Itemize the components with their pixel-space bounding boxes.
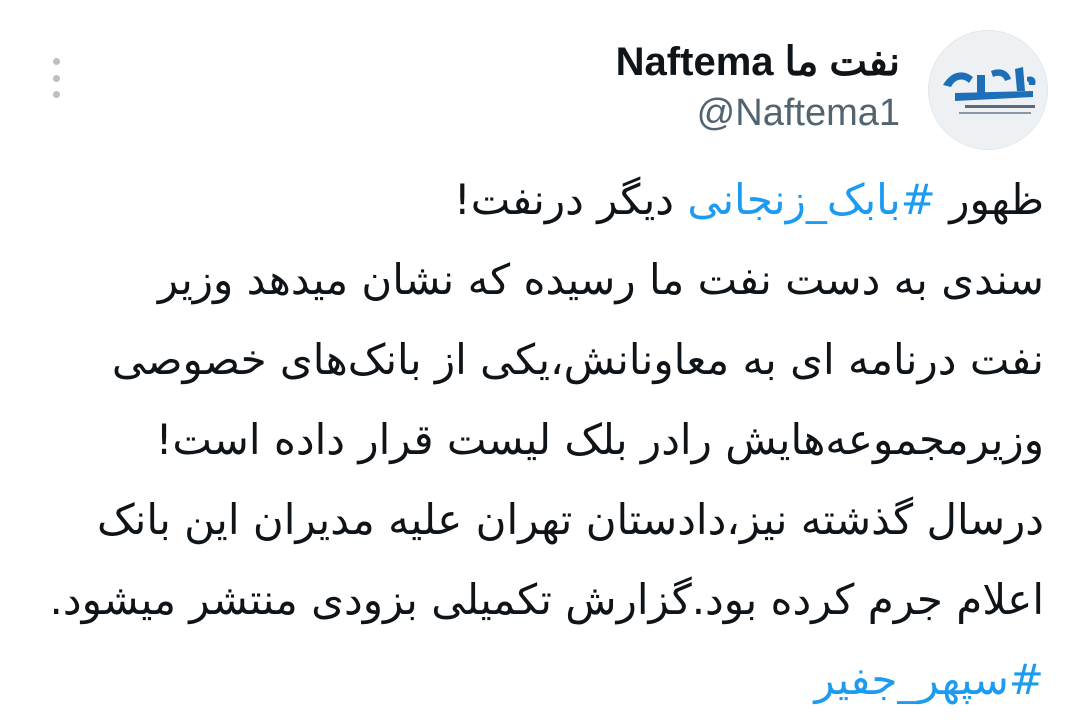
hashtag-link[interactable]: #سپهر_جفیر xyxy=(814,655,1044,704)
tweet-line-7: #سپهر_جفیر xyxy=(34,640,1044,720)
hashtag-link[interactable]: #بابک_زنجانی xyxy=(687,175,936,224)
tweet-line-2: سندی به دست نفت ما رسیده که نشان میدهد و… xyxy=(157,255,1044,304)
more-options-icon[interactable] xyxy=(40,56,72,100)
tweet-card[interactable]: نفت ما Naftema @Naftema1 ظهور #بابک_زنجا… xyxy=(0,0,1080,704)
tweet-line-4: وزیرمجموعه‌هایش رادر بلک لیست قرار داده … xyxy=(155,415,1044,464)
tweet-line-3: نفت درنامه ای به معاونانش،یکی از بانک‌ها… xyxy=(111,335,1044,384)
tweet-line-6: اعلام جرم کرده بود.گزارش تکمیلی بزودی من… xyxy=(49,575,1044,624)
author-info: نفت ما Naftema @Naftema1 xyxy=(616,36,900,138)
more-dot xyxy=(52,74,60,82)
tweet-line-1: ظهور #بابک_زنجانی دیگر درنفت! xyxy=(34,160,1044,240)
more-dot xyxy=(52,58,60,65)
author-handle[interactable]: @Naftema1 xyxy=(616,88,900,138)
author-avatar[interactable] xyxy=(928,30,1048,150)
more-dot xyxy=(52,91,60,98)
naftema-logo-icon xyxy=(929,31,1047,149)
tweet-text-segment: دیگر درنفت! xyxy=(453,175,688,224)
tweet-text-segment: ظهور xyxy=(935,175,1044,224)
author-display-name[interactable]: نفت ما Naftema xyxy=(616,36,900,88)
tweet-text: ظهور #بابک_زنجانی دیگر درنفت! سندی به دس… xyxy=(34,160,1044,720)
tweet-line-5: درسال گذشته نیز،دادستان تهران علیه مدیرا… xyxy=(97,495,1044,544)
